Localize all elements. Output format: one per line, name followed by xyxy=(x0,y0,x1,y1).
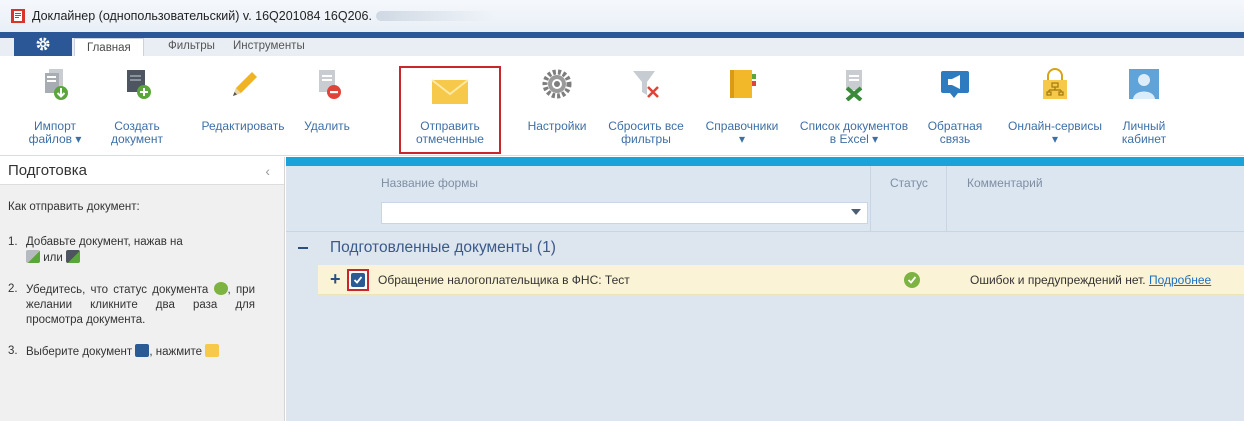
edit-label: Редактировать xyxy=(201,119,285,133)
help-step-1: 1. Добавьте документ, нажав на или xyxy=(8,236,183,264)
checkmark-icon xyxy=(351,273,365,287)
status-ok-icon xyxy=(904,272,920,288)
details-link[interactable]: Подробнее xyxy=(1149,273,1211,287)
column-header-form-name[interactable]: Название формы xyxy=(381,176,478,190)
delete-document-icon xyxy=(307,64,347,104)
app-logo-icon xyxy=(11,9,25,23)
window-title: Доклайнер (однопользовательский) v. 16Q2… xyxy=(32,9,372,23)
pencil-icon xyxy=(223,64,263,104)
grid-header: Название формы Статус Комментарий xyxy=(286,166,1244,232)
settings-label: Настройки xyxy=(527,119,587,133)
gear-icon xyxy=(36,37,50,51)
reset-filters-button[interactable]: Сбросить все фильтры xyxy=(606,56,686,156)
import-mini-icon xyxy=(26,250,40,263)
ribbon-toolbar: Импорт файлов ▾ Создать документ Редакти… xyxy=(0,56,1244,156)
user-icon xyxy=(1124,64,1164,104)
row-checkbox[interactable] xyxy=(347,269,369,291)
expand-row-icon[interactable]: + xyxy=(330,270,341,288)
online-label-2: ▾ xyxy=(1051,132,1059,146)
form-name-filter-dropdown[interactable] xyxy=(381,202,868,224)
feedback-label-2: связь xyxy=(939,132,971,146)
tab-home[interactable]: Главная xyxy=(74,38,144,57)
import-files-button[interactable]: Импорт файлов ▾ xyxy=(18,56,92,156)
documents-grid: Название формы Статус Комментарий Подгот… xyxy=(286,157,1244,421)
references-button[interactable]: Справочники ▾ xyxy=(700,56,784,156)
row-form-name: Обращение налогоплательщика в ФНС: Тест xyxy=(378,273,630,287)
personal-cabinet-button[interactable]: Личный кабинет xyxy=(1112,56,1176,156)
title-redacted xyxy=(375,11,496,21)
import-files-icon xyxy=(35,64,75,104)
create-document-icon xyxy=(117,64,157,104)
cabinet-label-2: кабинет xyxy=(1121,132,1167,146)
settings-button[interactable]: Настройки xyxy=(522,56,592,156)
collapse-chevron-icon[interactable]: ‹ xyxy=(265,163,270,179)
help-step-2: 2. Убедитесь, что статус документа , при… xyxy=(8,282,255,326)
collapse-group-icon[interactable] xyxy=(298,247,308,249)
create-label-2: документ xyxy=(111,132,163,146)
dropdown-arrow-icon xyxy=(851,209,861,215)
title-bar: Доклайнер (однопользовательский) v. 16Q2… xyxy=(0,0,1244,32)
excel-icon xyxy=(834,64,874,104)
panel-title: Подготовка xyxy=(8,162,87,179)
megaphone-icon xyxy=(935,64,975,104)
envelope-mini-icon xyxy=(205,344,220,357)
online-services-button[interactable]: Онлайн-сервисы ▾ xyxy=(1000,56,1110,156)
row-comment: Ошибок и предупреждений нет. Подробнее xyxy=(970,273,1212,287)
ribbon-tab-bar: Главная Фильтры Инструменты xyxy=(0,32,1244,57)
reset-label-2: фильтры xyxy=(621,132,671,146)
accent-bar xyxy=(286,157,1244,166)
edit-button[interactable]: Редактировать xyxy=(198,56,288,156)
group-title: Подготовленные документы (1) xyxy=(330,239,556,256)
app-menu-button[interactable] xyxy=(14,32,72,56)
send-marked-button[interactable]: Отправить отмеченные xyxy=(399,66,501,154)
export-excel-button[interactable]: Список документов в Excel ▾ xyxy=(792,56,916,156)
table-row[interactable]: + Обращение налогоплательщика в ФНС: Тес… xyxy=(318,265,1244,295)
status-ok-mini-icon xyxy=(213,282,228,295)
column-header-comment[interactable]: Комментарий xyxy=(967,176,1043,190)
preparation-panel: Подготовка ‹ Как отправить документ: 1. … xyxy=(0,157,285,421)
create-document-button[interactable]: Создать документ xyxy=(100,56,174,156)
delete-button[interactable]: Удалить xyxy=(292,56,362,156)
references-label-2: ▾ xyxy=(738,132,746,146)
checkbox-mini-icon xyxy=(135,344,150,357)
settings-gear-icon xyxy=(537,64,577,104)
excel-label-2: в Excel ▾ xyxy=(829,132,879,146)
feedback-button[interactable]: Обратная связь xyxy=(922,56,988,156)
tab-tools[interactable]: Инструменты xyxy=(233,40,305,56)
panel-header: Подготовка ‹ xyxy=(0,157,284,185)
book-icon xyxy=(722,64,762,104)
send-label-2: отмеченные xyxy=(416,132,484,146)
column-header-status[interactable]: Статус xyxy=(890,176,928,190)
envelope-icon xyxy=(430,72,470,112)
help-step-3: 3. Выберите документ , нажмите xyxy=(8,344,255,360)
help-question: Как отправить документ: xyxy=(8,201,140,213)
create-mini-icon xyxy=(65,250,80,263)
online-services-icon xyxy=(1035,64,1075,104)
group-header-prepared[interactable]: Подготовленные документы (1) xyxy=(286,232,1244,264)
delete-label: Удалить xyxy=(304,119,350,133)
import-label-2: файлов ▾ xyxy=(28,132,82,146)
tab-filters[interactable]: Фильтры xyxy=(168,40,215,56)
clear-filter-icon xyxy=(626,64,666,104)
